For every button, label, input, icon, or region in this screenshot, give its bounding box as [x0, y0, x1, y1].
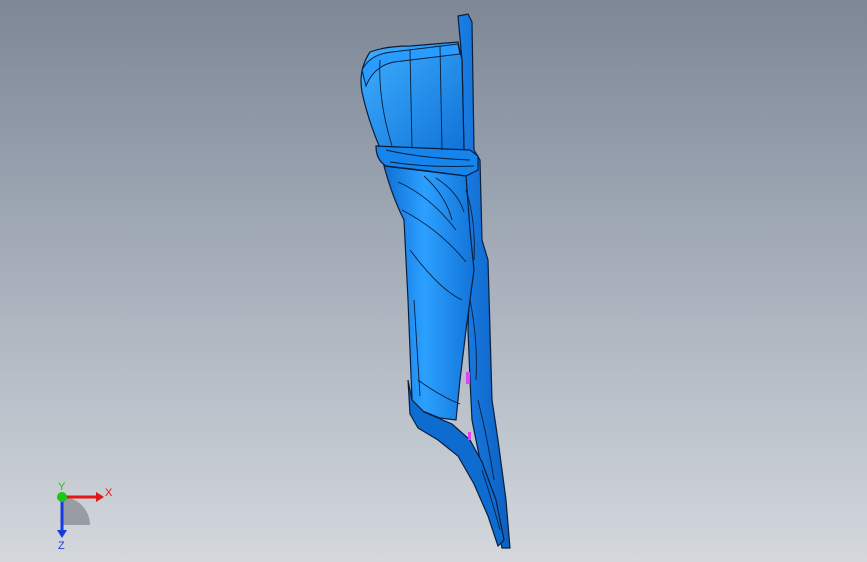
- z-axis-arrow: [57, 530, 67, 538]
- z-axis-label: Z: [58, 540, 65, 550]
- y-axis-dot: [57, 492, 67, 502]
- y-axis-label: Y: [58, 481, 66, 493]
- x-axis-arrow: [96, 492, 104, 502]
- triad-shadow: [62, 497, 90, 525]
- x-axis-label: X: [105, 487, 113, 499]
- graphics-viewport[interactable]: X Y Z: [0, 0, 867, 562]
- orientation-triad: X Y Z: [57, 481, 113, 550]
- 3d-part-model[interactable]: [0, 0, 867, 562]
